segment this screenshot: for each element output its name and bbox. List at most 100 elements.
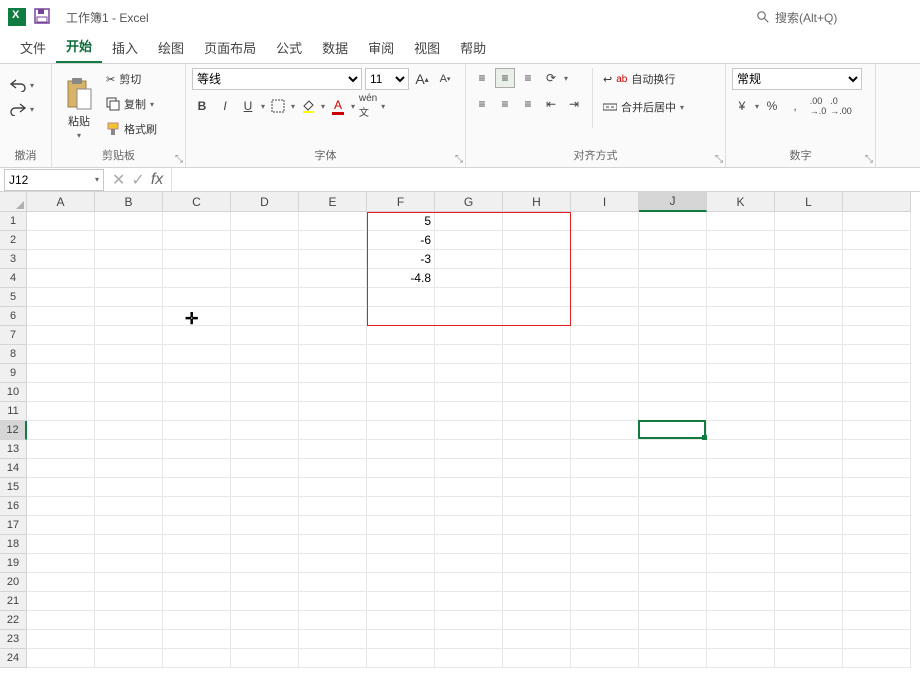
redo-button[interactable]: ▾ — [8, 98, 43, 120]
cell-F12[interactable] — [367, 421, 435, 440]
cell-J20[interactable] — [639, 573, 707, 592]
cell-E10[interactable] — [299, 383, 367, 402]
cell-A7[interactable] — [27, 326, 95, 345]
cell-C4[interactable] — [163, 269, 231, 288]
cell-I23[interactable] — [571, 630, 639, 649]
row-header-4[interactable]: 4 — [0, 269, 27, 288]
cell-J11[interactable] — [639, 402, 707, 421]
cell-K21[interactable] — [707, 592, 775, 611]
cell-L3[interactable] — [775, 250, 843, 269]
cell-H19[interactable] — [503, 554, 571, 573]
tab-公式[interactable]: 公式 — [266, 32, 312, 63]
cell-E6[interactable] — [299, 307, 367, 326]
cell-15[interactable] — [843, 478, 911, 497]
cell-F14[interactable] — [367, 459, 435, 478]
cell-G1[interactable] — [435, 212, 503, 231]
cell-H22[interactable] — [503, 611, 571, 630]
cell-K3[interactable] — [707, 250, 775, 269]
cell-K10[interactable] — [707, 383, 775, 402]
cell-J1[interactable] — [639, 212, 707, 231]
cell-A16[interactable] — [27, 497, 95, 516]
row-header-11[interactable]: 11 — [0, 402, 27, 421]
cell-D14[interactable] — [231, 459, 299, 478]
cell-H5[interactable] — [503, 288, 571, 307]
cell-I13[interactable] — [571, 440, 639, 459]
font-dialog-launcher[interactable]: ⤡ — [455, 154, 463, 165]
cell-K1[interactable] — [707, 212, 775, 231]
cell-E24[interactable] — [299, 649, 367, 668]
cell-K5[interactable] — [707, 288, 775, 307]
comma-button[interactable]: , — [785, 96, 805, 116]
cell-B6[interactable] — [95, 307, 163, 326]
cell-K9[interactable] — [707, 364, 775, 383]
cell-J21[interactable] — [639, 592, 707, 611]
cell-B4[interactable] — [95, 269, 163, 288]
cell-E17[interactable] — [299, 516, 367, 535]
cell-I24[interactable] — [571, 649, 639, 668]
cell-A10[interactable] — [27, 383, 95, 402]
cell-C11[interactable] — [163, 402, 231, 421]
cell-L23[interactable] — [775, 630, 843, 649]
col-header-A[interactable]: A — [27, 192, 95, 212]
cell-B23[interactable] — [95, 630, 163, 649]
fill-color-button[interactable] — [298, 96, 318, 116]
cell-B2[interactable] — [95, 231, 163, 250]
cell-K22[interactable] — [707, 611, 775, 630]
cell-G22[interactable] — [435, 611, 503, 630]
cell-D23[interactable] — [231, 630, 299, 649]
cell-23[interactable] — [843, 630, 911, 649]
cell-L17[interactable] — [775, 516, 843, 535]
cell-B3[interactable] — [95, 250, 163, 269]
cell-E13[interactable] — [299, 440, 367, 459]
row-header-18[interactable]: 18 — [0, 535, 27, 554]
cell-E2[interactable] — [299, 231, 367, 250]
cell-C20[interactable] — [163, 573, 231, 592]
cell-E14[interactable] — [299, 459, 367, 478]
number-format-combo[interactable]: 常规 — [732, 68, 862, 90]
cell-K4[interactable] — [707, 269, 775, 288]
row-header-19[interactable]: 19 — [0, 554, 27, 573]
cell-C22[interactable] — [163, 611, 231, 630]
cell-H14[interactable] — [503, 459, 571, 478]
clipboard-dialog-launcher[interactable]: ⤡ — [175, 154, 183, 165]
cell-A3[interactable] — [27, 250, 95, 269]
cell-L19[interactable] — [775, 554, 843, 573]
cell-H1[interactable] — [503, 212, 571, 231]
cell-K8[interactable] — [707, 345, 775, 364]
cell-F20[interactable] — [367, 573, 435, 592]
row-header-13[interactable]: 13 — [0, 440, 27, 459]
cell-E12[interactable] — [299, 421, 367, 440]
cell-7[interactable] — [843, 326, 911, 345]
cell-B5[interactable] — [95, 288, 163, 307]
column-headers[interactable]: ABCDEFGHIJKL — [27, 192, 911, 212]
cell-I8[interactable] — [571, 345, 639, 364]
cell-B9[interactable] — [95, 364, 163, 383]
cell-C17[interactable] — [163, 516, 231, 535]
row-header-20[interactable]: 20 — [0, 573, 27, 592]
cell-E19[interactable] — [299, 554, 367, 573]
cell-F19[interactable] — [367, 554, 435, 573]
cell-J6[interactable] — [639, 307, 707, 326]
cell-L2[interactable] — [775, 231, 843, 250]
cell-G2[interactable] — [435, 231, 503, 250]
row-header-3[interactable]: 3 — [0, 250, 27, 269]
cell-E5[interactable] — [299, 288, 367, 307]
cell-E3[interactable] — [299, 250, 367, 269]
cell-I19[interactable] — [571, 554, 639, 573]
cell-J14[interactable] — [639, 459, 707, 478]
cell-A13[interactable] — [27, 440, 95, 459]
col-header-G[interactable]: G — [435, 192, 503, 212]
cell-G18[interactable] — [435, 535, 503, 554]
cell-H12[interactable] — [503, 421, 571, 440]
percent-button[interactable]: % — [762, 96, 782, 116]
cell-A23[interactable] — [27, 630, 95, 649]
cell-F23[interactable] — [367, 630, 435, 649]
row-headers[interactable]: 123456789101112131415161718192021222324 — [0, 212, 27, 668]
row-header-21[interactable]: 21 — [0, 592, 27, 611]
cell-A1[interactable] — [27, 212, 95, 231]
cell-13[interactable] — [843, 440, 911, 459]
cell-H23[interactable] — [503, 630, 571, 649]
cell-F10[interactable] — [367, 383, 435, 402]
cell-D16[interactable] — [231, 497, 299, 516]
cell-A14[interactable] — [27, 459, 95, 478]
